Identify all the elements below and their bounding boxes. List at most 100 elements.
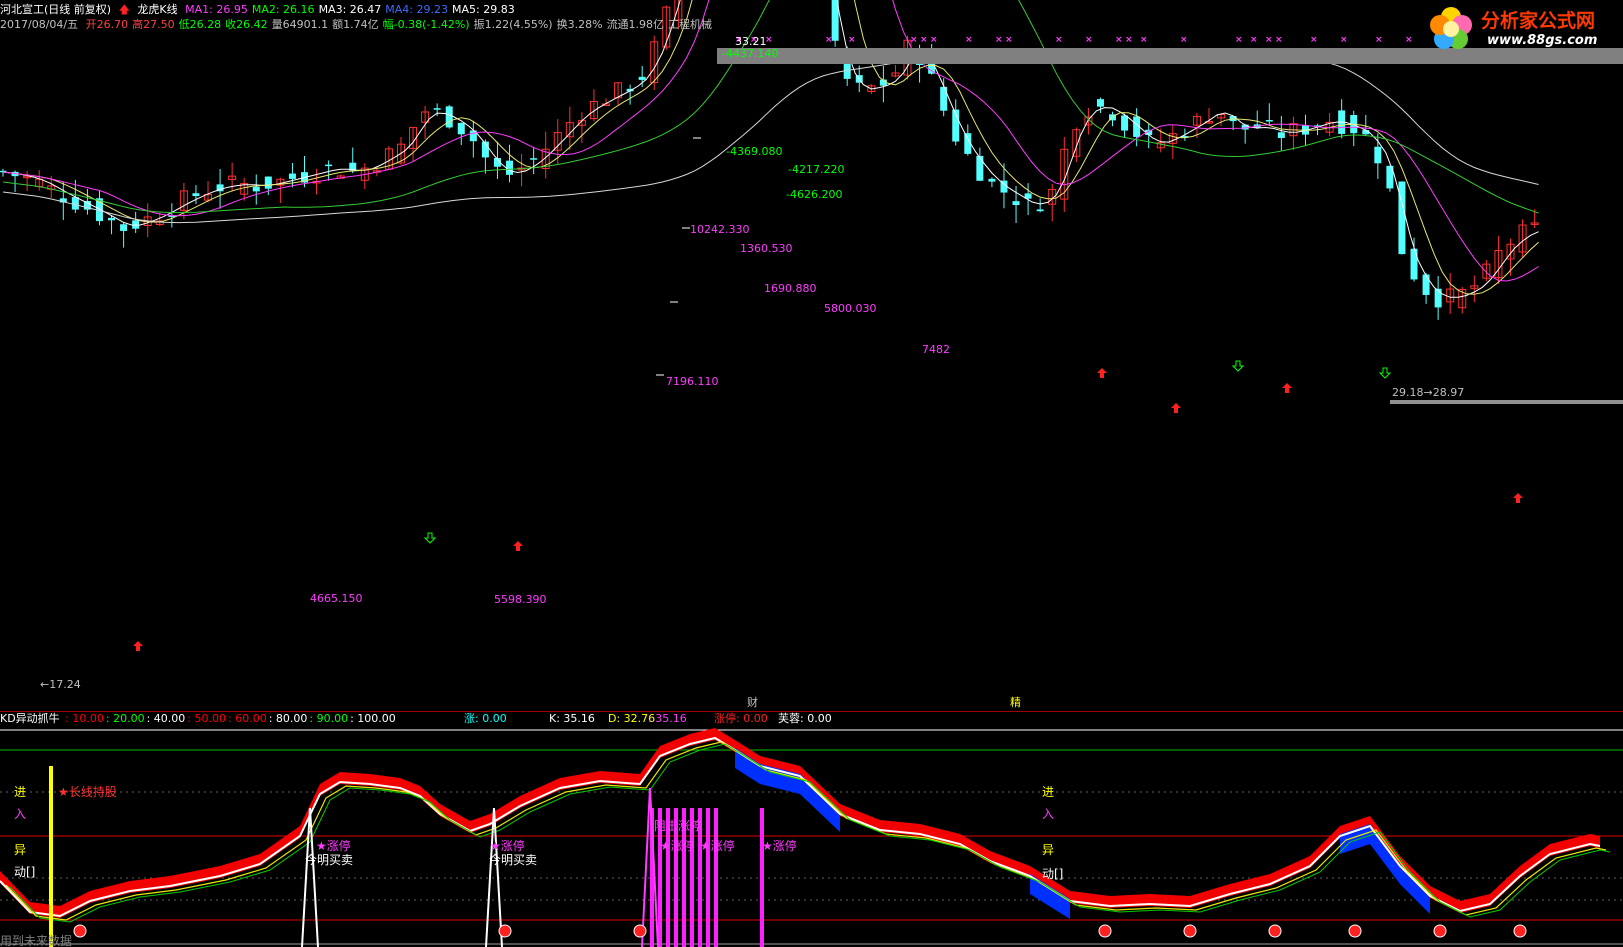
quote-value-9: 流通1.98亿 [606, 18, 665, 31]
signal-x-mark: × [1125, 35, 1133, 45]
kd-area-red [0, 728, 1600, 918]
quote-value-0: 开26.70 [85, 18, 129, 31]
chart-annotation-7: 5800.030 [824, 302, 877, 315]
signal-x-mark: × [1085, 35, 1093, 45]
ind-label-ru: 入 [14, 807, 26, 821]
ind-label-zhangting: ★涨停 [660, 838, 695, 853]
candle-down [1374, 146, 1382, 164]
limit-up-bar [706, 808, 710, 947]
zhangting-value: 涨停: 0.00 [714, 712, 768, 725]
furong-value: 芙蓉: 0.00 [778, 712, 832, 725]
level-1: : 20.00 [105, 712, 145, 725]
candle-down [1241, 124, 1249, 130]
signal-x-mark: × [995, 35, 1003, 45]
bottom-ball-icon [633, 924, 647, 938]
signal-x-mark: × [1265, 35, 1273, 45]
ind-label-jin: 进 [14, 785, 26, 799]
candle-down [976, 155, 984, 181]
kd-indicator-chart[interactable]: <--逃--逃进入异动[]进入异动[]★长线持股今明买卖今明买卖★涨停★涨停阻击… [0, 726, 1623, 947]
level-0: : 10.00 [65, 712, 104, 725]
buy-arrow-icon [1171, 403, 1181, 413]
sell-arrow-icon [1378, 367, 1392, 379]
ind-label-zhangting: ★涨停 [700, 838, 735, 853]
chart-annotation-6: 1690.880 [764, 282, 817, 295]
candle-down [1265, 120, 1273, 122]
signal-x-mark: × [1180, 35, 1188, 45]
quote-values: 开26.70 高27.50 低26.28 收26.42 量64901.1 额1.74亿 幅-… [86, 18, 716, 31]
candle-down [940, 86, 948, 111]
candle-down [445, 106, 453, 128]
up-arrow-icon: 🡅 [118, 3, 130, 16]
bottom-ball-icon [73, 924, 87, 938]
candlestick-chart[interactable]: × × × × × × × × × × × × × × × × × × × × × × × × ×←17.244665.150 5… [0, 0, 1623, 711]
bottom-ball-icon [1183, 924, 1197, 938]
candle-down [325, 164, 333, 167]
quote-value-5: 额1.74亿 [332, 18, 379, 31]
quote-value-1: 高27.50 [132, 18, 175, 31]
ind-label-zhangting: ★涨停 [762, 838, 797, 853]
signal-x-mark: × [1005, 35, 1013, 45]
candle-down [264, 176, 272, 189]
quote-value-2: 低26.28 [178, 18, 222, 31]
buy-arrow-icon [1282, 383, 1292, 393]
indicator-name: KD异动抓牛 [0, 712, 60, 725]
candle-down [988, 178, 996, 182]
chart-annotation-4: 10242.330 [690, 223, 750, 236]
level-4: : 60.00 [228, 712, 267, 725]
ind-label-mingmai2: 今明买卖 [489, 852, 537, 867]
chart-annotation-8: 7482 [922, 343, 950, 356]
candle-down [1012, 201, 1020, 206]
signal-x-mark: × [1405, 35, 1413, 45]
quote-line: 2017/08/04/五 开26.70 高27.50 低26.28 收26.42 量64… [0, 17, 720, 32]
ind-label-jin: 进 [1042, 785, 1054, 799]
sell-arrow-icon [423, 532, 437, 544]
signal-x-mark: × [920, 35, 928, 45]
bottom-ball-icon [1098, 924, 1112, 938]
signal-x-mark: × [848, 35, 856, 45]
chart-annotation-12: -4437.140 [722, 47, 778, 60]
ind-label-yi: 异 [14, 843, 26, 857]
buy-arrow-icon [1097, 368, 1107, 378]
signal-x-mark: × [965, 35, 973, 45]
bottom-ball-icon [1513, 924, 1527, 938]
zhang-value: 涨: 0.00 [464, 712, 507, 725]
buy-arrow-icon [133, 641, 143, 651]
candle-down [1422, 274, 1430, 295]
quote-value-10: 工程机械 [668, 18, 713, 31]
candle-down [252, 186, 260, 192]
candle-down [1410, 248, 1418, 280]
bottom-ball-icon [1348, 924, 1362, 938]
level-5: : 80.00 [268, 712, 308, 725]
chart-annotation-15: 财 [747, 695, 758, 709]
signal-x-mark: × [1235, 35, 1243, 45]
chart-annotation-16: 精 [1010, 696, 1021, 709]
quote-value-6: 幅-0.38(-1.42%) [382, 18, 470, 31]
candle-down [457, 122, 465, 135]
quote-value-7: 振1.22(4.55%) [473, 18, 553, 31]
quote-value-3: 收26.42 [225, 18, 268, 31]
candle-down [120, 224, 128, 231]
kline-label: 龙虎K线 [137, 3, 178, 16]
signal-x-mark: × [1250, 35, 1258, 45]
bottom-ball-icon [1268, 924, 1282, 938]
signal-x-mark: × [1275, 35, 1283, 45]
limit-up-bar [714, 808, 718, 947]
chart-annotation-1: 4665.150 [310, 592, 363, 605]
ind-label-zhangting: ★涨停 [316, 838, 351, 853]
quote-info-bar: 河北宣工(日线 前复权) 🡅 龙虎K线 MA1: 26.95 MA2: 26.16… [0, 2, 1380, 34]
signal-x-mark: × [1310, 35, 1318, 45]
signal-x-mark: × [910, 35, 918, 45]
kd-value: : 35.16 [648, 712, 687, 725]
candle-down [108, 217, 116, 221]
ind-label-long_hold: ★长线持股 [58, 784, 117, 799]
candle-down [506, 160, 514, 175]
bottom-ball-icon [1433, 924, 1447, 938]
limit-up-bar [760, 808, 764, 947]
logo-title: 分析家公式网 [1481, 10, 1596, 32]
level-2: : 40.00 [146, 712, 186, 725]
ind-label-dong: 动[] [1042, 867, 1063, 881]
ind-label-zuji: 阻击涨停 [654, 818, 702, 833]
quote-value-8: 换3.28% [556, 18, 603, 31]
candle-down [638, 76, 646, 80]
level-6: : 90.00 [309, 712, 349, 725]
